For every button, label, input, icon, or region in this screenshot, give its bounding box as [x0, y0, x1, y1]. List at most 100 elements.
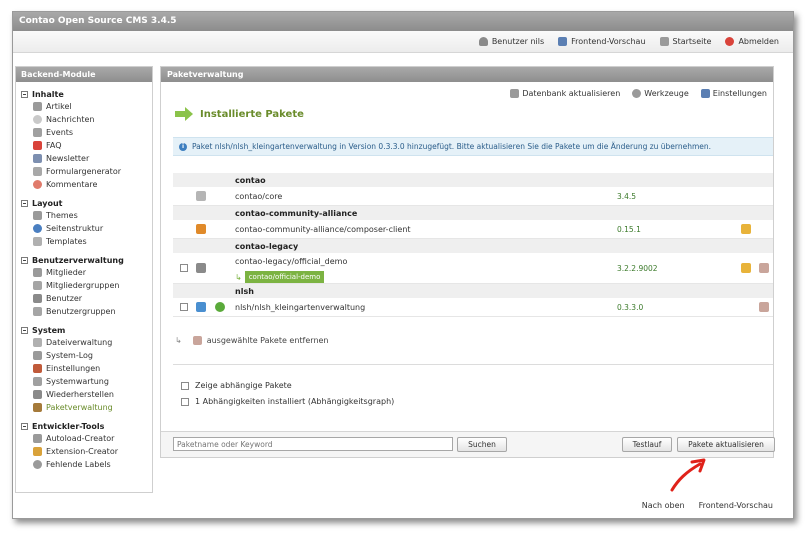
sidebar-item-paketverwaltung[interactable]: Paketverwaltung: [16, 401, 152, 414]
sidebar-item-label: Kommentare: [46, 180, 98, 189]
sidebar-item-events[interactable]: Events: [16, 126, 152, 139]
tools-button[interactable]: Werkzeuge: [632, 89, 689, 98]
sidebar-group-title[interactable]: Entwickler-Tools: [16, 420, 152, 432]
home-icon: [659, 37, 669, 46]
package-name: contao/core: [235, 191, 283, 201]
sidebar-item-label: Formulargenerator: [46, 167, 121, 176]
monitor-icon: [558, 37, 568, 46]
calendar-icon: [33, 128, 42, 137]
sidebar-item-label: Templates: [46, 237, 87, 246]
sidebar-item-mitgliedergruppen[interactable]: Mitgliedergruppen: [16, 279, 152, 292]
checkbox[interactable]: [181, 397, 189, 406]
group-label: Entwickler-Tools: [32, 421, 105, 431]
sidebar-item-seitenstruktur[interactable]: Seitenstruktur: [16, 222, 152, 235]
sidebar-group-layout: Layout Themes Seitenstruktur Templates: [16, 197, 152, 248]
search-button[interactable]: Suchen: [457, 437, 507, 452]
sidebar-item-mitglieder[interactable]: Mitglieder: [16, 266, 152, 279]
sidebar-group-title[interactable]: Benutzerverwaltung: [16, 254, 152, 266]
sidebar-item-label: Wiederherstellen: [46, 390, 114, 399]
sitemap-icon: [33, 224, 42, 233]
sidebar-item-nachrichten[interactable]: Nachrichten: [16, 113, 152, 126]
package-name: nlsh/nlsh_kleingartenverwaltung: [235, 302, 366, 312]
sidebar-item-systemwartung[interactable]: Systemwartung: [16, 375, 152, 388]
sidebar-item-artikel[interactable]: Artikel: [16, 100, 152, 113]
package-name: contao-legacy/official_demo: [235, 257, 348, 266]
remove-package-icon[interactable]: [759, 263, 769, 273]
sidebar-item-benutzergruppen[interactable]: Benutzergruppen: [16, 305, 152, 318]
package-checkbox[interactable]: [180, 303, 188, 311]
back-to-top-link[interactable]: Nach oben: [642, 501, 685, 510]
sidebar-item-einstellungen[interactable]: Einstellungen: [16, 362, 152, 375]
search-input[interactable]: [173, 437, 453, 451]
sidebar-item-faq[interactable]: FAQ: [16, 139, 152, 152]
package-row: contao-legacy/official_demo ↳ contao/off…: [173, 253, 773, 284]
option-show-dependants[interactable]: Zeige abhängige Pakete: [181, 381, 292, 390]
member-groups-icon: [33, 281, 42, 290]
collapse-icon[interactable]: [21, 199, 28, 207]
pin-icon[interactable]: [741, 224, 751, 234]
sidebar-item-extension-creator[interactable]: Extension-Creator: [16, 445, 152, 458]
window-title: Contao Open Source CMS 3.4.5: [13, 12, 793, 31]
collapse-icon[interactable]: [21, 90, 28, 98]
clock-icon: [33, 115, 42, 124]
faq-icon: [33, 141, 42, 150]
pin-icon[interactable]: [741, 263, 751, 273]
update-database-button[interactable]: Datenbank aktualisieren: [510, 89, 620, 98]
sidebar-item-wiederherstellen[interactable]: Wiederherstellen: [16, 388, 152, 401]
package-version: 0.15.1: [617, 224, 641, 234]
header-link-logout[interactable]: Abmelden: [725, 37, 779, 46]
settings-button[interactable]: Einstellungen: [700, 89, 767, 98]
sidebar-group-inhalte: Inhalte Artikel Nachrichten Events FAQ N…: [16, 88, 152, 191]
collapse-icon[interactable]: [21, 326, 28, 334]
comment-icon: [33, 180, 42, 189]
sidebar-item-formulargenerator[interactable]: Formulargenerator: [16, 165, 152, 178]
sidebar-item-benutzer[interactable]: Benutzer: [16, 292, 152, 305]
option-dependency-graph[interactable]: 1 Abhängigkeiten installiert (Abhängigke…: [181, 397, 394, 406]
sidebar-item-label: Einstellungen: [46, 364, 101, 373]
lock-icon: [196, 191, 206, 201]
sidebar-item-label: Benutzergruppen: [46, 307, 116, 316]
settings-icon: [33, 364, 42, 373]
sidebar-group-title[interactable]: Layout: [16, 197, 152, 209]
group-label: Inhalte: [32, 89, 64, 99]
collapse-icon[interactable]: [21, 422, 28, 430]
group-label: Layout: [32, 198, 63, 208]
update-packages-button[interactable]: Pakete aktualisieren: [677, 437, 775, 452]
sidebar-item-fehlende-labels[interactable]: Fehlende Labels: [16, 458, 152, 471]
section-title: Installierte Pakete: [175, 107, 304, 121]
add-icon: [215, 302, 225, 312]
header-link-preview[interactable]: Frontend-Vorschau: [558, 37, 646, 46]
toolbar: Datenbank aktualisieren Werkzeuge Einste…: [510, 89, 767, 98]
sidebar-item-autoload-creator[interactable]: Autoload-Creator: [16, 432, 152, 445]
sidebar-group-title[interactable]: Inhalte: [16, 88, 152, 100]
checkbox[interactable]: [181, 381, 189, 390]
sidebar-item-dateiverwaltung[interactable]: Dateiverwaltung: [16, 336, 152, 349]
header-link-user[interactable]: Benutzer nils: [478, 37, 544, 46]
maintenance-icon: [33, 377, 42, 386]
template-icon: [33, 237, 42, 246]
collapse-icon[interactable]: [21, 256, 28, 264]
group-label: System: [32, 325, 66, 335]
sidebar-item-label: Themes: [46, 211, 78, 220]
remove-selected-button[interactable]: ↳ ausgewählte Pakete entfernen: [175, 336, 329, 345]
header-link-home[interactable]: Startseite: [659, 37, 711, 46]
logout-icon: [725, 37, 735, 46]
option-label: Zeige abhängige Pakete: [195, 381, 292, 390]
sidebar-item-system-log[interactable]: System-Log: [16, 349, 152, 362]
sidebar-item-themes[interactable]: Themes: [16, 209, 152, 222]
puzzle-icon: [196, 263, 206, 273]
sidebar-item-label: Newsletter: [46, 154, 90, 163]
sidebar-item-kommentare[interactable]: Kommentare: [16, 178, 152, 191]
remove-package-icon[interactable]: [759, 302, 769, 312]
sidebar-item-newsletter[interactable]: Newsletter: [16, 152, 152, 165]
frontend-preview-link[interactable]: Frontend-Vorschau: [699, 501, 773, 510]
package-checkbox[interactable]: [180, 264, 188, 272]
form-icon: [33, 167, 42, 176]
newsletter-icon: [33, 154, 42, 163]
dry-run-button[interactable]: Testlauf: [622, 437, 672, 452]
user-groups-icon: [33, 307, 42, 316]
sidebar-item-templates[interactable]: Templates: [16, 235, 152, 248]
sidebar-group-title[interactable]: System: [16, 324, 152, 336]
sidebar-item-label: System-Log: [46, 351, 94, 360]
replaces-tag: ↳ contao/official-demo: [235, 271, 325, 283]
